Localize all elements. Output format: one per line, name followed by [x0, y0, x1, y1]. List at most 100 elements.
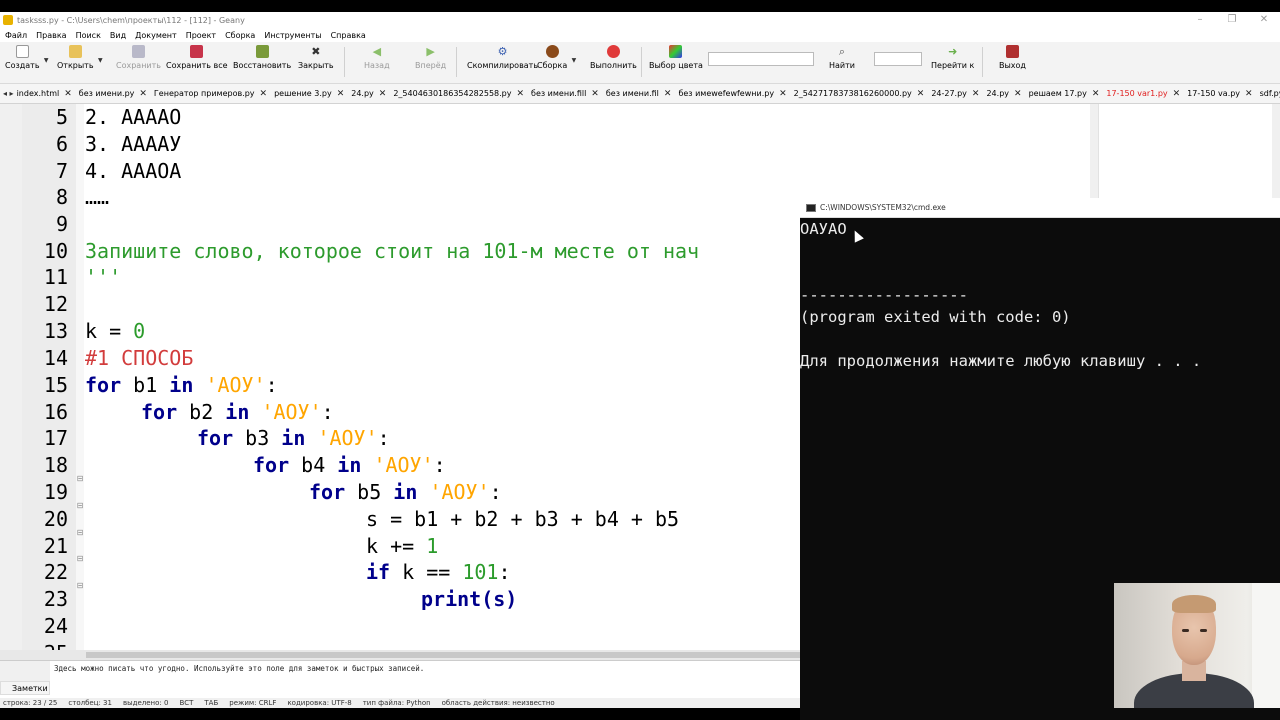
document-tab[interactable]: index.html ✕: [17, 89, 72, 99]
menu-view[interactable]: Вид: [110, 31, 126, 40]
line-number: 20: [43, 507, 68, 531]
save-button[interactable]: Сохранить: [116, 45, 161, 70]
document-tab[interactable]: 17-150 var1.py ✕: [1106, 89, 1180, 99]
save-all-icon: [190, 45, 204, 58]
create-button[interactable]: Создать ▼: [5, 45, 49, 70]
notes-panel-sidebar: [0, 661, 50, 681]
document-tab[interactable]: Генератор примеров.py ✕: [154, 89, 267, 99]
palette-icon: [669, 45, 683, 58]
find-label: Найти: [829, 61, 855, 70]
restore-label: Восстановить: [233, 61, 292, 70]
document-tab[interactable]: решаем 17.py ✕: [1029, 89, 1100, 99]
build-button[interactable]: Сборка ▼: [537, 45, 576, 70]
tab-close-icon[interactable]: ✕: [917, 89, 925, 99]
menu-search[interactable]: Поиск: [76, 31, 101, 40]
tab-close-icon[interactable]: ✕: [64, 89, 72, 99]
forward-button[interactable]: ▶ Вперёд: [415, 45, 446, 70]
search-input[interactable]: [708, 52, 814, 66]
tab-label: 24.py: [986, 89, 1010, 98]
fold-marker-icon[interactable]: ⊟: [76, 465, 84, 492]
status-selection: выделено: 0: [122, 699, 169, 707]
presenter-hair: [1172, 595, 1216, 613]
code-line-7: 4. АААОА: [85, 159, 182, 183]
menu-build[interactable]: Сборка: [225, 31, 255, 40]
document-tab[interactable]: решение 3.py ✕: [274, 89, 344, 99]
fold-marker-icon[interactable]: ⊟: [76, 492, 84, 519]
menu-file[interactable]: Файл: [5, 31, 27, 40]
line-number: 15: [43, 373, 68, 397]
open-dropdown-icon[interactable]: ▼: [98, 57, 103, 64]
tab-close-icon[interactable]: ✕: [260, 89, 268, 99]
document-tab[interactable]: без имени.py ✕: [79, 89, 147, 99]
exit-button[interactable]: Выход: [999, 45, 1026, 70]
tab-notes[interactable]: Заметки: [0, 681, 50, 695]
color-picker-button[interactable]: Выбор цвета: [649, 45, 703, 70]
fold-marker-icon[interactable]: ⊟: [76, 519, 84, 546]
document-tab[interactable]: без имени.fil ✕: [606, 89, 672, 99]
open-button[interactable]: Открыть ▼: [57, 45, 103, 70]
menu-edit[interactable]: Правка: [36, 31, 66, 40]
tab-close-icon[interactable]: ✕: [591, 89, 599, 99]
line-number: 16: [43, 400, 68, 424]
tab-close-icon[interactable]: ✕: [779, 89, 787, 99]
code-line-21: k += 1: [366, 534, 439, 558]
document-tab[interactable]: без имени.fill ✕: [531, 89, 599, 99]
fold-marker-icon[interactable]: ⊟: [76, 545, 84, 572]
document-tab[interactable]: 2_5404630186354282558.py ✕: [393, 89, 524, 99]
document-tab[interactable]: 2_5427178373816260000.py ✕: [794, 89, 925, 99]
status-filetype: тип файла: Python: [362, 699, 431, 707]
build-dropdown-icon[interactable]: ▼: [572, 57, 577, 64]
run-label: Выполнить: [590, 61, 637, 70]
line-number: 13: [43, 319, 68, 343]
tab-close-icon[interactable]: ✕: [1245, 89, 1253, 99]
tab-close-icon[interactable]: ✕: [1014, 89, 1022, 99]
menu-project[interactable]: Проект: [186, 31, 216, 40]
status-encoding: кодировка: UTF-8: [287, 699, 352, 707]
save-all-button[interactable]: Сохранить все: [166, 45, 228, 70]
document-tab[interactable]: 24.py ✕: [986, 89, 1021, 99]
run-button[interactable]: Выполнить: [590, 45, 637, 70]
find-button[interactable]: ⌕ Найти: [829, 45, 855, 70]
document-tab[interactable]: 24.py ✕: [351, 89, 386, 99]
menu-help[interactable]: Справка: [331, 31, 366, 40]
tab-close-icon[interactable]: ✕: [337, 89, 345, 99]
tab-close-icon[interactable]: ✕: [379, 89, 387, 99]
line-number-input[interactable]: [874, 52, 922, 66]
menu-bar: Файл Правка Поиск Вид Документ Проект Сб…: [0, 28, 1280, 42]
back-button[interactable]: ◀ Назад: [364, 45, 390, 70]
scrollbar-thumb[interactable]: [86, 652, 800, 658]
tab-close-icon[interactable]: ✕: [516, 89, 524, 99]
restore-button[interactable]: Восстановить: [233, 45, 291, 70]
toolbar-separator: [641, 47, 642, 77]
document-tab[interactable]: sdf.py✕: [1260, 89, 1280, 99]
tab-close-icon[interactable]: ✕: [139, 89, 147, 99]
compile-button[interactable]: ⚙ Скомпилировать: [467, 45, 538, 70]
tab-close-icon[interactable]: ✕: [972, 89, 980, 99]
minimize-button[interactable]: –: [1184, 12, 1216, 28]
close-file-button[interactable]: ✖ Закрыть: [298, 45, 334, 70]
code-line-19: for b5 in 'АОУ':: [309, 480, 502, 504]
code-line-23: print(s): [421, 587, 518, 611]
menu-document[interactable]: Документ: [135, 31, 177, 40]
line-number: 22: [43, 560, 68, 584]
create-dropdown-icon[interactable]: ▼: [44, 57, 49, 64]
compile-icon: ⚙: [497, 45, 508, 58]
tab-close-icon[interactable]: ✕: [1092, 89, 1100, 99]
document-tab[interactable]: 24-27.py ✕: [931, 89, 979, 99]
notes-textarea[interactable]: Здесь можно писать что угодно. Используй…: [54, 664, 424, 673]
window-title: tasksss.py - C:\Users\chem\проекты\112 -…: [17, 15, 245, 25]
tab-close-icon[interactable]: ✕: [1173, 89, 1181, 99]
tab-scroll-left-icon[interactable]: ◂ ▸: [3, 89, 14, 98]
maximize-button[interactable]: ❐: [1216, 12, 1248, 28]
code-line-15: for b1 in 'АОУ':: [85, 373, 278, 397]
cmd-title-bar[interactable]: C:\WINDOWS\SYSTEM32\cmd.exe: [800, 198, 1280, 218]
document-tab[interactable]: без имewefewfewни.py ✕: [678, 89, 786, 99]
goto-button[interactable]: ➜ Перейти к: [931, 45, 974, 70]
menu-tools[interactable]: Инструменты: [264, 31, 321, 40]
document-tab[interactable]: 17-150 va.py ✕: [1187, 89, 1252, 99]
tab-close-icon[interactable]: ✕: [664, 89, 672, 99]
close-window-button[interactable]: ✕: [1248, 12, 1280, 28]
editor-horizontal-scrollbar[interactable]: [0, 650, 800, 660]
fold-marker-icon[interactable]: ⊟: [76, 572, 84, 599]
line-number: 23: [43, 587, 68, 611]
